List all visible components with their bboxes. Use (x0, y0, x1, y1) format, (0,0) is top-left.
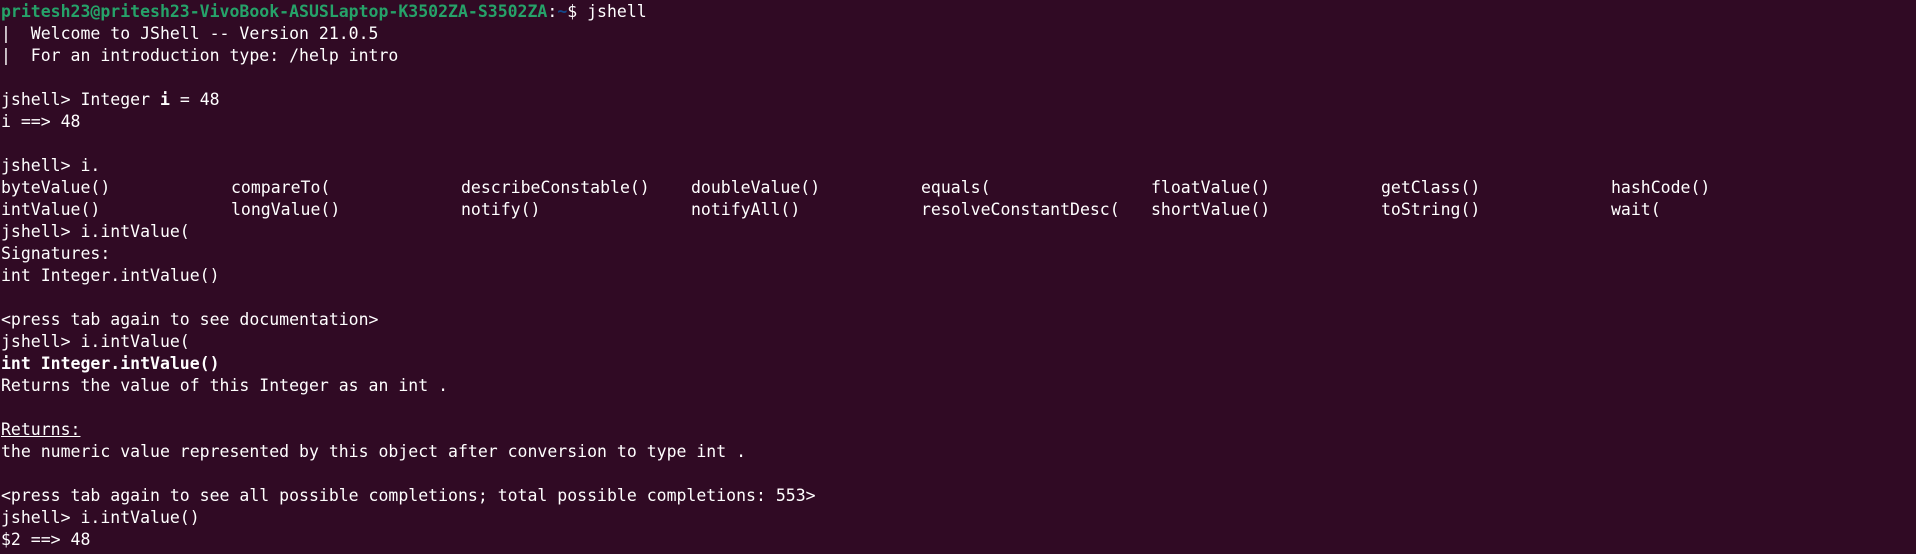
prompt-colon: : (547, 2, 558, 21)
completion-item: notifyAll() (691, 200, 801, 219)
completion-item: describeConstable() (461, 178, 650, 197)
completion-item: floatValue() (1151, 178, 1271, 197)
completion-item: toString() (1381, 200, 1481, 219)
completion-item: resolveConstantDesc( (921, 200, 1120, 219)
command-text: jshell> Integer (1, 90, 160, 109)
completion-item: equals( (921, 178, 991, 197)
completion-item: intValue() (1, 200, 101, 219)
completion-item: byteValue() (1, 178, 111, 197)
signature-text: int Integer.intValue() (1, 266, 220, 285)
prompt-path: ~ (557, 2, 568, 21)
returns-text: the numeric value represented by this ob… (1, 442, 747, 461)
completion-item: doubleValue() (691, 178, 821, 197)
jshell-output-result: $2 ==> 48 (1, 530, 91, 549)
command-variable: i (159, 90, 170, 109)
jshell-command-signature: jshell> i.intValue( (1, 222, 190, 241)
signatures-label: Signatures: (1, 244, 111, 263)
jshell-command-declare: jshell> Integer i = 48 (0, 89, 1916, 111)
welcome-line-help: | For an introduction type: /help intro (1, 46, 399, 65)
completion-row: intValue() longValue() notify() notifyAl… (0, 199, 1916, 221)
press-tab-all-hint: <press tab again to see all possible com… (1, 486, 816, 505)
doc-description: Returns the value of this Integer as an … (1, 376, 449, 395)
completion-item: longValue() (231, 200, 341, 219)
welcome-line-version: | Welcome to JShell -- Version 21.0.5 (1, 24, 379, 43)
prompt-user-host: pritesh23@pritesh23-VivoBook-ASUSLaptop-… (1, 2, 548, 21)
prompt-command: $ jshell (567, 2, 647, 21)
completion-item: hashCode() (1611, 178, 1711, 197)
jshell-output: i ==> 48 (1, 112, 81, 131)
completion-item: notify() (461, 200, 541, 219)
doc-signature: int Integer.intValue() (1, 354, 220, 373)
jshell-command-invoke: jshell> i.intValue() (1, 508, 200, 527)
command-text: = 48 (169, 90, 220, 109)
completion-item: compareTo( (231, 178, 331, 197)
returns-label: Returns: (1, 420, 81, 439)
returns-label-line: Returns: (0, 419, 1916, 441)
jshell-command-complete: jshell> i. (1, 156, 101, 175)
shell-prompt-line: pritesh23@pritesh23-VivoBook-ASUSLaptop-… (0, 1, 1916, 23)
press-tab-doc-hint: <press tab again to see documentation> (1, 310, 379, 329)
completion-row: byteValue() compareTo( describeConstable… (0, 177, 1916, 199)
terminal-window[interactable]: pritesh23@pritesh23-VivoBook-ASUSLaptop-… (0, 0, 1916, 554)
completion-item: getClass() (1381, 178, 1481, 197)
jshell-command-doc: jshell> i.intValue( (1, 332, 190, 351)
completion-item: shortValue() (1151, 200, 1271, 219)
completion-item: wait( (1611, 200, 1661, 219)
